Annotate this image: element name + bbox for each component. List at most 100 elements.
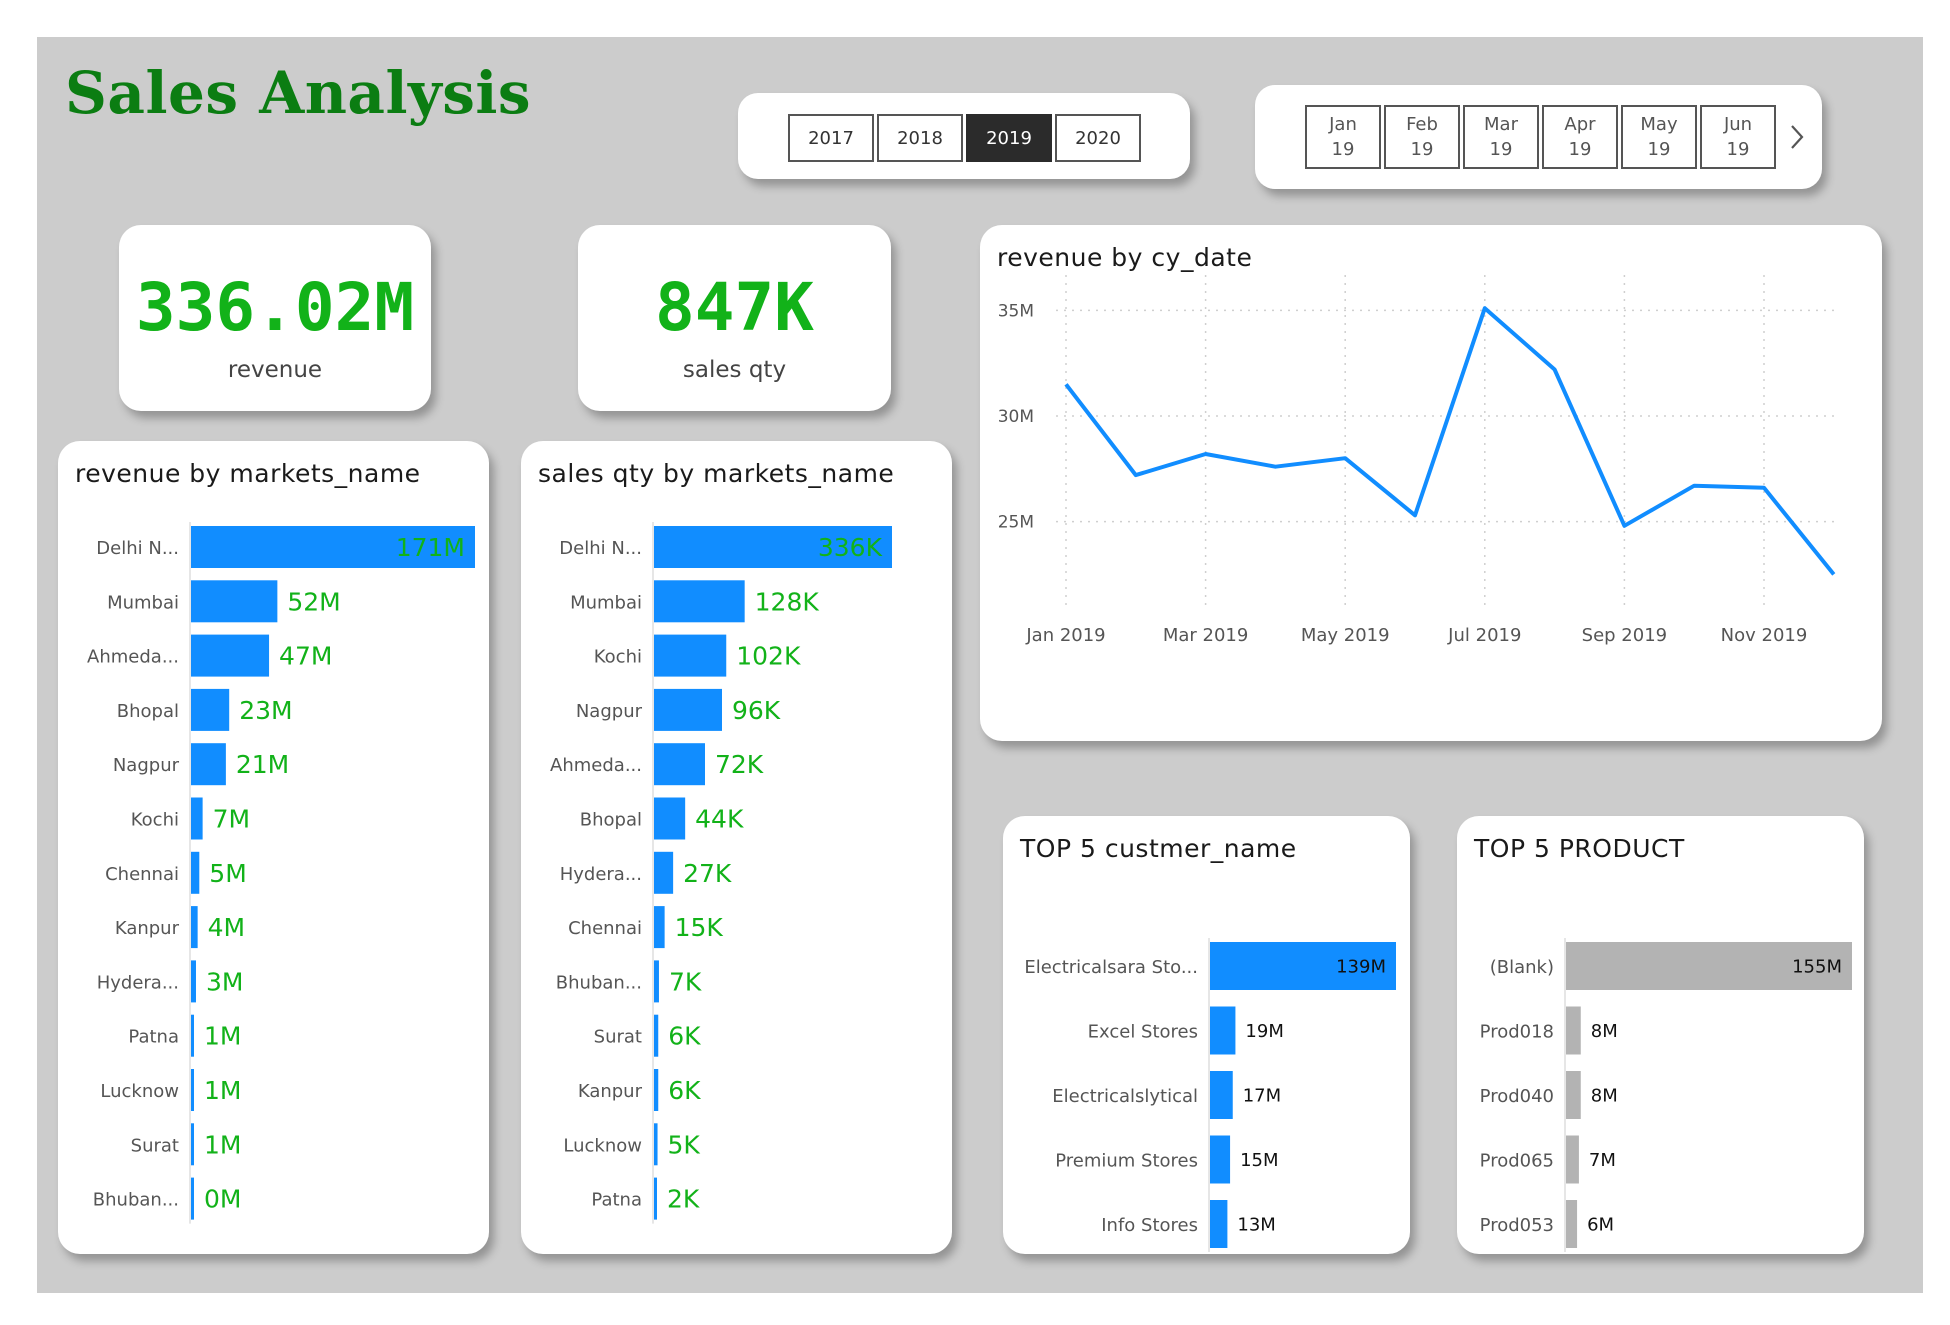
category-label: Premium Stores — [1055, 1151, 1198, 1172]
category-label: Bhopal — [580, 810, 642, 831]
bar — [191, 797, 203, 840]
category-label: Bhopal — [117, 701, 179, 722]
data-label: 96K — [732, 696, 781, 725]
bar — [191, 851, 200, 894]
data-label: 7M — [213, 805, 250, 834]
bar — [654, 580, 745, 623]
data-label: 72K — [715, 750, 764, 779]
qty-by-market-chart: Delhi N... 336K Mumbai 128K Kochi 102K Nagpur 9… — [550, 522, 892, 1224]
data-label: 15K — [675, 913, 724, 942]
category-label: Prod053 — [1480, 1215, 1554, 1236]
data-label: 52M — [287, 587, 340, 616]
bar — [654, 960, 659, 1003]
bar — [654, 797, 686, 840]
year-button-2020[interactable]: 2020 — [1055, 114, 1141, 162]
bar — [191, 688, 230, 731]
data-label: 4M — [208, 913, 245, 942]
month-button-jan[interactable]: Jan 19 — [1305, 105, 1381, 169]
year-slicer: 2017 2018 2019 2020 — [738, 93, 1190, 179]
year-button-2017[interactable]: 2017 — [788, 114, 874, 162]
category-label: Info Stores — [1101, 1215, 1198, 1236]
category-label: Bhuban... — [93, 1190, 179, 1211]
month-button-jun[interactable]: Jun 19 — [1700, 105, 1776, 169]
category-label: Lucknow — [563, 1135, 642, 1156]
y-tick-label: 25M — [998, 513, 1034, 533]
data-label: 0M — [204, 1185, 241, 1214]
category-label: Kanpur — [578, 1081, 643, 1102]
month-button-apr[interactable]: Apr 19 — [1542, 105, 1618, 169]
bar — [1210, 1200, 1228, 1248]
category-label: Chennai — [568, 918, 642, 939]
bar — [191, 1177, 194, 1220]
bar — [1210, 1006, 1236, 1055]
month-button-feb[interactable]: Feb 19 — [1384, 105, 1460, 169]
kpi-card-sales-qty: 847K sales qty — [578, 225, 891, 411]
category-label: Hydera... — [560, 864, 642, 885]
category-label: Prod040 — [1480, 1086, 1554, 1107]
month-button-mar[interactable]: Mar 19 — [1463, 105, 1539, 169]
x-tick-label: Jan 2019 — [1025, 625, 1105, 646]
data-label: 8M — [1591, 1085, 1618, 1106]
category-label: Electricalsara Sto... — [1024, 957, 1198, 978]
data-label: 23M — [239, 696, 292, 725]
top5-products-chart: (Blank) 155M Prod018 8M Prod040 8M Prod065 7M Pr… — [1480, 938, 1852, 1252]
y-tick-label: 30M — [998, 407, 1034, 427]
data-label: 1M — [204, 1076, 241, 1105]
bar — [654, 634, 727, 677]
bar — [654, 1177, 657, 1220]
dashboard-canvas: Sales Analysis 2017 2018 2019 2020 Jan 19… — [37, 37, 1923, 1293]
data-label: 155M — [1792, 956, 1842, 977]
data-label: 336K — [818, 533, 883, 562]
data-label: 1M — [204, 1130, 241, 1159]
data-label: 19M — [1245, 1021, 1283, 1042]
bar — [654, 688, 722, 731]
category-label: Mumbai — [570, 592, 642, 613]
category-label: Kochi — [594, 647, 642, 668]
category-label: Prod065 — [1480, 1151, 1554, 1172]
revenue-by-market-card: revenue by markets_name Delhi N... 171M Mu… — [58, 441, 489, 1254]
data-label: 6K — [668, 1022, 701, 1051]
year-button-2019[interactable]: 2019 — [966, 114, 1052, 162]
bar — [191, 906, 198, 949]
qty-by-market-card: sales qty by markets_name Delhi N... 336K… — [521, 441, 952, 1254]
bar — [654, 1014, 659, 1057]
category-label: (Blank) — [1490, 957, 1554, 978]
month-button-may[interactable]: May 19 — [1621, 105, 1697, 169]
bar — [1566, 1135, 1579, 1184]
bar — [191, 580, 278, 623]
year-button-2018[interactable]: 2018 — [877, 114, 963, 162]
bar — [654, 906, 665, 949]
data-label: 5K — [668, 1130, 701, 1159]
bar — [191, 1014, 194, 1057]
bar — [191, 1069, 194, 1111]
data-label: 15M — [1240, 1150, 1278, 1171]
data-label: 7M — [1589, 1150, 1616, 1171]
category-label: Kochi — [131, 810, 179, 831]
bar — [654, 851, 674, 894]
revenue-by-date-chart: 25M 30M 35M Jan 2019 Mar 2019 May 2019 Jul 201… — [998, 275, 1840, 646]
data-label: 8M — [1591, 1021, 1618, 1042]
data-label: 102K — [736, 642, 801, 671]
category-label: Kanpur — [115, 918, 180, 939]
bar — [1210, 1071, 1233, 1119]
top5-customers-chart: Electricalsara Sto... 139M Excel Stores 19M… — [1024, 938, 1396, 1252]
revenue-by-date-card: revenue by cy_date 25M 30M 35M Jan 2019 Mar … — [980, 225, 1882, 741]
data-label: 1M — [204, 1022, 241, 1051]
bar — [1210, 1135, 1231, 1184]
month-slicer: Jan 19 Feb 19 Mar 19 Apr 19 May 19 Jun 19 — [1255, 85, 1822, 189]
chevron-right-icon[interactable] — [1787, 123, 1807, 151]
data-label: 128K — [755, 587, 820, 616]
data-label: 139M — [1336, 956, 1386, 977]
bar — [654, 1069, 659, 1111]
category-label: Nagpur — [576, 701, 643, 722]
category-label: Delhi N... — [559, 538, 642, 559]
category-label: Bhuban... — [556, 972, 642, 993]
category-label: Ahmeda... — [550, 755, 642, 776]
category-label: Mumbai — [107, 592, 179, 613]
category-label: Ahmeda... — [87, 647, 179, 668]
y-tick-label: 35M — [998, 301, 1034, 321]
bar — [1566, 1071, 1581, 1119]
x-tick-label: May 2019 — [1301, 625, 1390, 646]
bar — [654, 1123, 658, 1166]
data-label: 21M — [236, 750, 289, 779]
